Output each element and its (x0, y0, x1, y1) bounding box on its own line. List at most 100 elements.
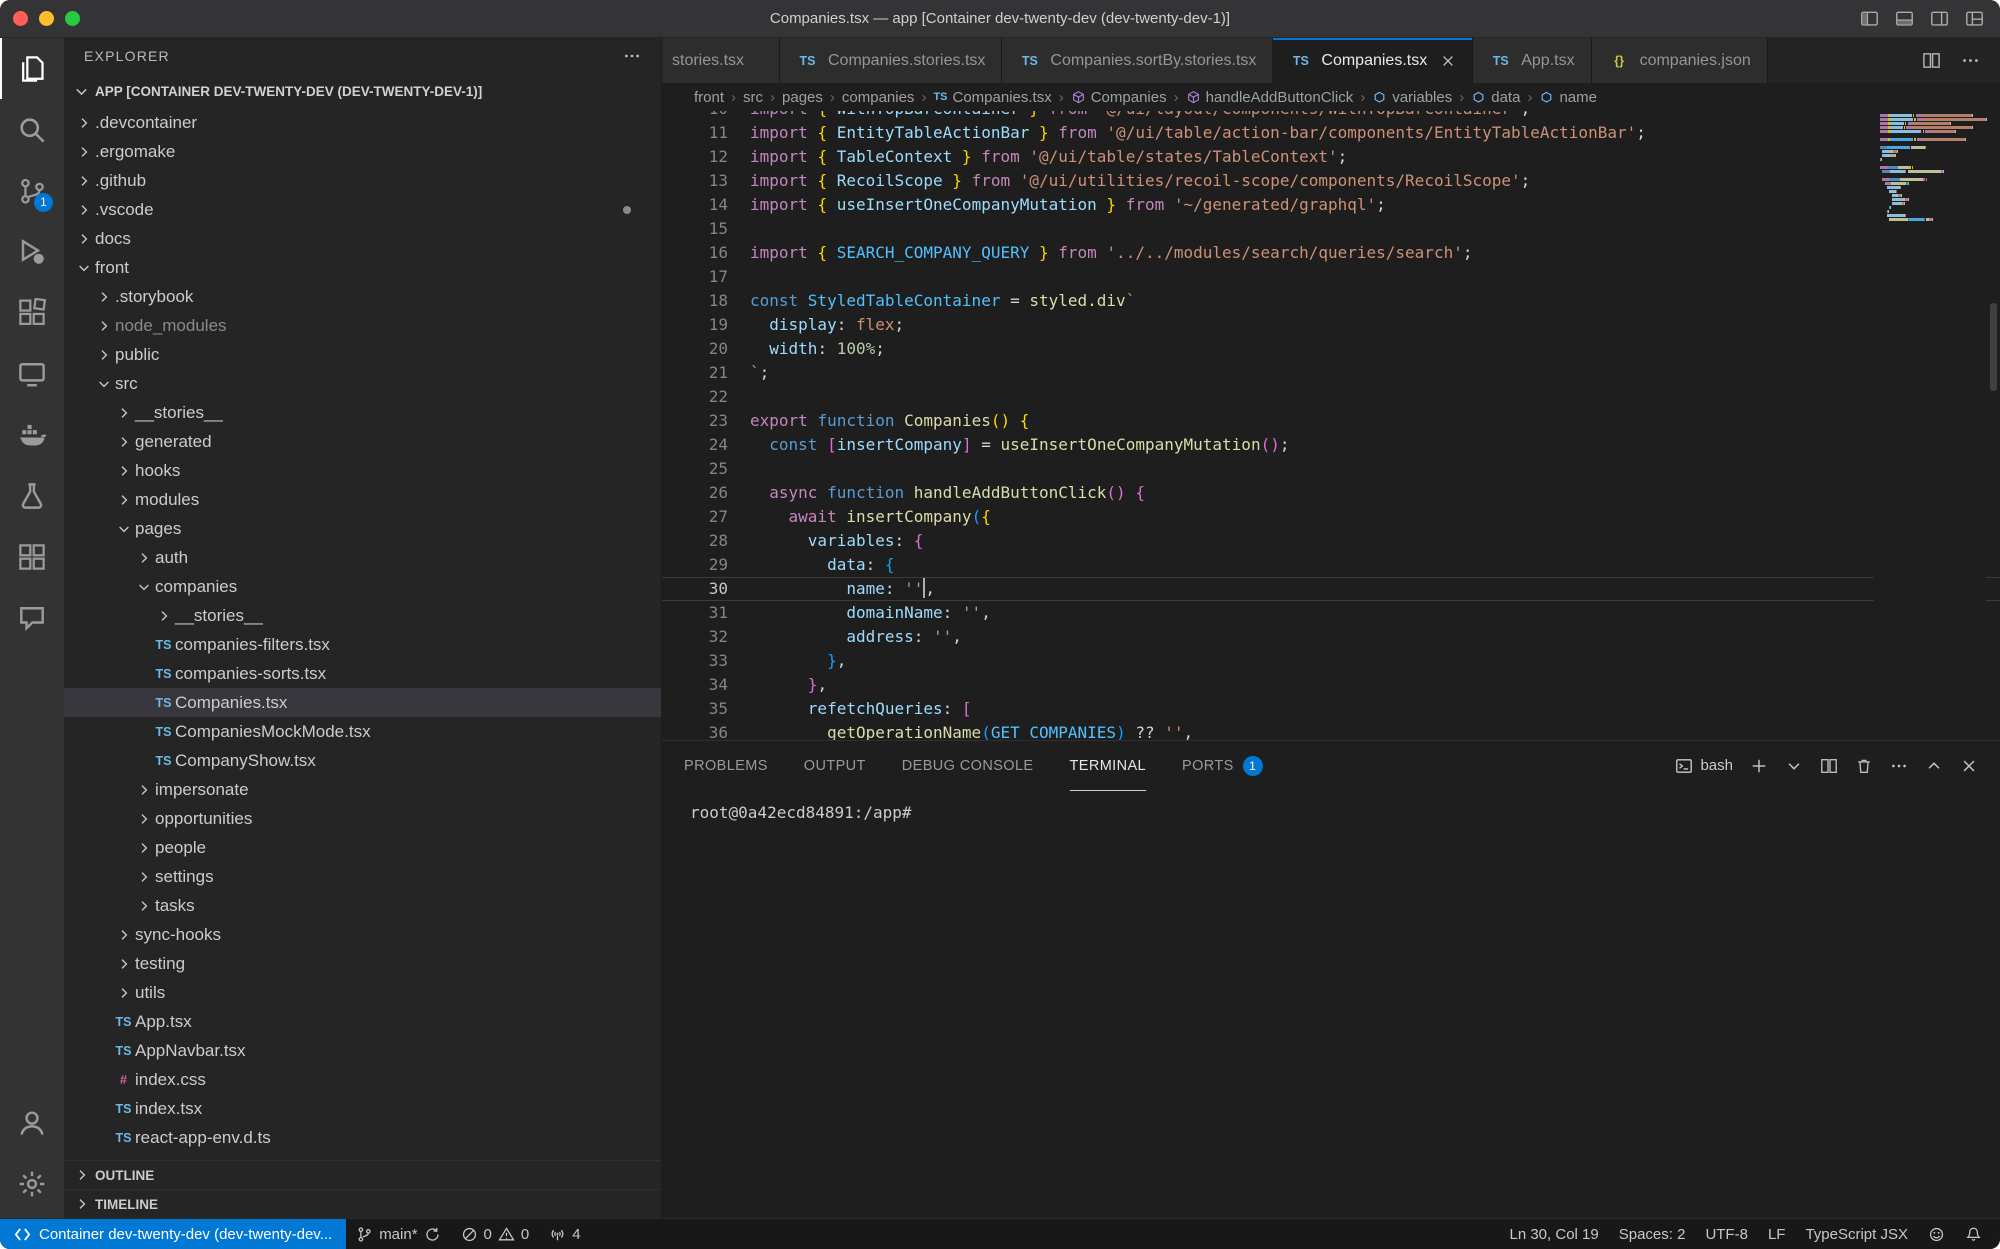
tree-item-companies-sorts.tsx[interactable]: TScompanies-sorts.tsx (64, 659, 661, 688)
line-number[interactable]: 29 (662, 553, 728, 577)
line-number[interactable]: 28 (662, 529, 728, 553)
tree-item-sync-hooks[interactable]: sync-hooks (64, 920, 661, 949)
tree-item-testing[interactable]: testing (64, 949, 661, 978)
panel-trash-button[interactable] (1855, 757, 1873, 775)
code-line[interactable]: 11import { EntityTableActionBar } from '… (662, 121, 2000, 145)
tree-item-impersonate[interactable]: impersonate (64, 775, 661, 804)
layout-customize-button[interactable] (1965, 9, 1984, 28)
code-line[interactable]: 31 domainName: '', (662, 601, 2000, 625)
breadcrumb-item-front[interactable]: front (694, 89, 724, 106)
sidebar-section-outline[interactable]: OUTLINE (64, 1160, 661, 1189)
zoom-window-button[interactable] (65, 11, 80, 26)
code-line[interactable]: 29 data: { (662, 553, 2000, 577)
breadcrumb-item-name[interactable]: name (1539, 89, 1597, 106)
minimize-window-button[interactable] (39, 11, 54, 26)
close-window-button[interactable] (13, 11, 28, 26)
tree-item-App.tsx[interactable]: TSApp.tsx (64, 1007, 661, 1036)
status-git-branch[interactable]: main* (346, 1219, 450, 1249)
code-line[interactable]: 10import { WithTopBarContainer } from '@… (662, 111, 2000, 121)
tree-item-react-app-env.d.ts[interactable]: TSreact-app-env.d.ts (64, 1123, 661, 1152)
line-number[interactable]: 24 (662, 433, 728, 457)
panel-split-button[interactable] (1820, 757, 1838, 775)
line-number[interactable]: 12 (662, 145, 728, 169)
code-line[interactable]: 18const StyledTableContainer = styled.di… (662, 289, 2000, 313)
code-line[interactable]: 16import { SEARCH_COMPANY_QUERY } from '… (662, 241, 2000, 265)
code-editor[interactable]: 10import { WithTopBarContainer } from '@… (662, 111, 2000, 740)
code-line[interactable]: 20 width: 100%; (662, 337, 2000, 361)
line-number[interactable]: 33 (662, 649, 728, 673)
code-line[interactable]: 15 (662, 217, 2000, 241)
tab-companies.json[interactable]: {}companies.json (1592, 38, 1768, 83)
line-number[interactable]: 32 (662, 625, 728, 649)
code-line[interactable]: 28 variables: { (662, 529, 2000, 553)
line-number[interactable]: 26 (662, 481, 728, 505)
panel-tab-problems[interactable]: PROBLEMS (684, 741, 768, 791)
status-cursor-position[interactable]: Ln 30, Col 19 (1499, 1219, 1608, 1249)
terminal-shell-selector[interactable]: bash (1675, 757, 1733, 775)
tree-item-.github[interactable]: .github (64, 166, 661, 195)
status-language-mode[interactable]: TypeScript JSX (1795, 1219, 1918, 1249)
line-number[interactable]: 22 (662, 385, 728, 409)
panel-ellipsis-button[interactable] (1890, 757, 1908, 775)
titlebar[interactable]: Companies.tsx — app [Container dev-twent… (0, 0, 2000, 38)
explorer-actions[interactable] (623, 47, 641, 65)
code-line[interactable]: 14import { useInsertOneCompanyMutation }… (662, 193, 2000, 217)
tree-item-.vscode[interactable]: .vscode (64, 195, 661, 224)
status-ports-forwarded[interactable]: 4 (539, 1219, 590, 1249)
layout-sidebar-right-button[interactable] (1930, 9, 1949, 28)
tree-item-pages[interactable]: pages (64, 514, 661, 543)
breadcrumb-item-variables[interactable]: variables (1372, 89, 1452, 106)
line-number[interactable]: 16 (662, 241, 728, 265)
code-line[interactable]: 26 async function handleAddButtonClick()… (662, 481, 2000, 505)
code-line[interactable]: 32 address: '', (662, 625, 2000, 649)
code-line[interactable]: 13import { RecoilScope } from '@/ui/util… (662, 169, 2000, 193)
tree-item-tasks[interactable]: tasks (64, 891, 661, 920)
tree-item-index.css[interactable]: #index.css (64, 1065, 661, 1094)
line-number[interactable]: 31 (662, 601, 728, 625)
tree-item-public[interactable]: public (64, 340, 661, 369)
line-number[interactable]: 23 (662, 409, 728, 433)
line-number[interactable]: 36 (662, 721, 728, 740)
tab-Companies.stories.tsx[interactable]: TSCompanies.stories.tsx (780, 38, 1002, 83)
status-problems[interactable]: 00 (451, 1219, 540, 1249)
breadcrumb-item-Companies[interactable]: Companies (1071, 89, 1167, 106)
minimap[interactable] (1874, 111, 1986, 740)
line-number[interactable]: 15 (662, 217, 728, 241)
panel-chevron-up-button[interactable] (1925, 757, 1943, 775)
breadcrumb-item-pages[interactable]: pages (782, 89, 823, 106)
tree-item-companies-filters.tsx[interactable]: TScompanies-filters.tsx (64, 630, 661, 659)
code-line[interactable]: 12import { TableContext } from '@/ui/tab… (662, 145, 2000, 169)
code-line[interactable]: 22 (662, 385, 2000, 409)
tree-item-utils[interactable]: utils (64, 978, 661, 1007)
tree-item-settings[interactable]: settings (64, 862, 661, 891)
tree-item-CompanyShow.tsx[interactable]: TSCompanyShow.tsx (64, 746, 661, 775)
workspace-section-header[interactable]: APP [CONTAINER DEV-TWENTY-DEV (DEV-TWENT… (64, 74, 661, 108)
line-number[interactable]: 27 (662, 505, 728, 529)
layout-panel-button[interactable] (1895, 9, 1914, 28)
panel-plus-button[interactable] (1750, 757, 1768, 775)
panel-tab-output[interactable]: OUTPUT (804, 741, 866, 791)
tree-item-modules[interactable]: modules (64, 485, 661, 514)
tree-item-generated[interactable]: generated (64, 427, 661, 456)
activity-accounts[interactable] (0, 1092, 64, 1153)
tree-item-.ergomake[interactable]: .ergomake (64, 137, 661, 166)
line-number[interactable]: 30 (662, 577, 728, 601)
code-line[interactable]: 34 }, (662, 673, 2000, 697)
code-line[interactable]: 33 }, (662, 649, 2000, 673)
activity-chat[interactable] (0, 587, 64, 648)
remote-indicator[interactable]: Container dev-twenty-dev (dev-twenty-dev… (0, 1219, 346, 1249)
code-line[interactable]: 19 display: flex; (662, 313, 2000, 337)
tree-item-CompaniesMockMode.tsx[interactable]: TSCompaniesMockMode.tsx (64, 717, 661, 746)
tree-item-node_modules[interactable]: node_modules (64, 311, 661, 340)
line-number[interactable]: 25 (662, 457, 728, 481)
breadcrumb-item-Companies.tsx[interactable]: TSCompanies.tsx (933, 89, 1051, 106)
status-notifications[interactable] (1955, 1219, 1992, 1249)
line-number[interactable]: 18 (662, 289, 728, 313)
tree-item-.devcontainer[interactable]: .devcontainer (64, 108, 661, 137)
line-number[interactable]: 19 (662, 313, 728, 337)
editor-scrollbar[interactable] (1990, 303, 1997, 391)
tree-item-AppNavbar.tsx[interactable]: TSAppNavbar.tsx (64, 1036, 661, 1065)
line-number[interactable]: 14 (662, 193, 728, 217)
panel-tab-ports[interactable]: PORTS1 (1182, 741, 1263, 791)
status-eol[interactable]: LF (1758, 1219, 1796, 1249)
